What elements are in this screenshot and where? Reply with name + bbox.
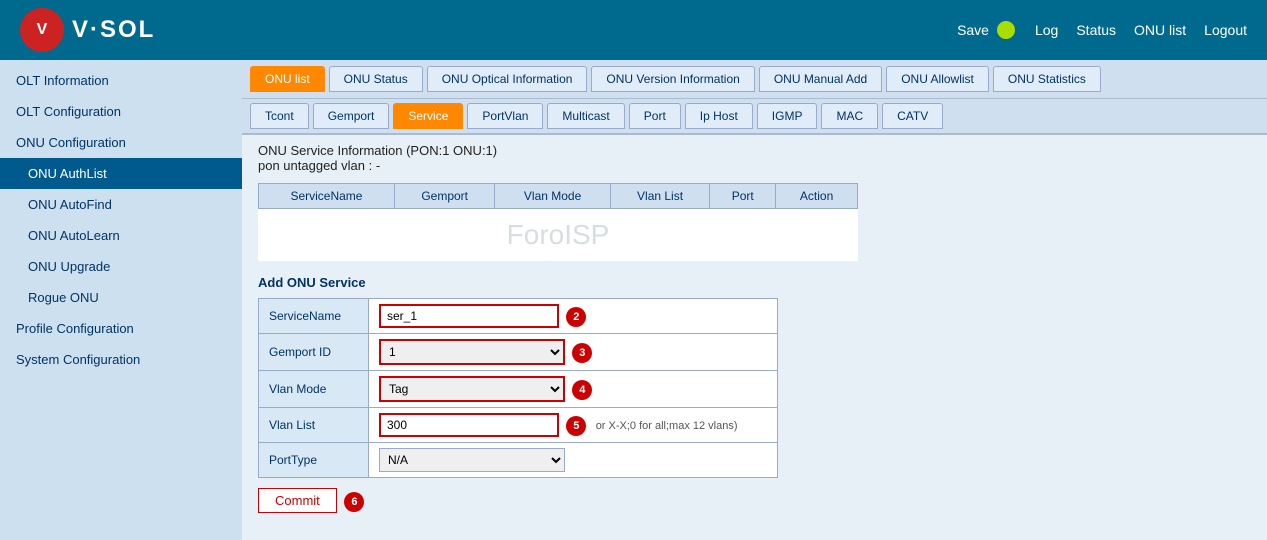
cell-vlanlist: 5 or X-X;0 for all;max 12 vlans) [369,408,778,443]
tab-ip-host[interactable]: Ip Host [685,103,753,129]
badge-4: 4 [572,380,592,400]
vsol-logo-icon: V [20,8,64,52]
label-gemportid: Gemport ID [259,334,369,371]
table-section: ServiceName Gemport Vlan Mode Vlan List … [242,177,1267,267]
cell-gemportid: 1 2 3 4 3 [369,334,778,371]
sidebar-item-onu-autolearn[interactable]: ONU AutoLearn [0,220,242,251]
vlan-value: - [376,158,380,173]
form-row-porttype: PortType N/A Internet VOIP Other [259,443,778,478]
select-porttype[interactable]: N/A Internet VOIP Other [379,448,565,472]
sidebar-item-onu-upgrade[interactable]: ONU Upgrade [0,251,242,282]
label-vlanlist: Vlan List [259,408,369,443]
header-links: Log Status ONU list Logout [1035,22,1247,38]
cell-porttype: N/A Internet VOIP Other [369,443,778,478]
tab-igmp[interactable]: IGMP [757,103,818,129]
col-port: Port [710,184,776,209]
tab-onu-list[interactable]: ONU list [250,66,325,92]
logout-link[interactable]: Logout [1204,22,1247,38]
add-section: Add ONU Service ServiceName 2 Gemport ID [242,267,1267,521]
label-vlanmode: Vlan Mode [259,371,369,408]
onu-info: ONU Service Information (PON:1 ONU:1) po… [242,135,1267,177]
vlan-label: pon untagged vlan : [258,158,372,173]
tab-service[interactable]: Service [393,103,463,129]
onu-title: ONU Service Information (PON:1 ONU:1) [258,143,1251,158]
sidebar-item-rogue-onu[interactable]: Rogue ONU [0,282,242,313]
logo-area: V V·SOL [20,8,155,52]
onu-vlan-info: pon untagged vlan : - [258,158,1251,173]
tab-gemport[interactable]: Gemport [313,103,390,129]
select-gemportid[interactable]: 1 2 3 4 [379,339,565,365]
tab-catv[interactable]: CATV [882,103,943,129]
service-table: ServiceName Gemport Vlan Mode Vlan List … [258,183,858,261]
sidebar-item-onu-config[interactable]: ONU Configuration [0,127,242,158]
select-vlanmode[interactable]: Tag Transparent Translate [379,376,565,402]
cell-vlanmode: Tag Transparent Translate 4 [369,371,778,408]
top-header: V V·SOL Save Log Status ONU list Logout [0,0,1267,60]
cell-servicename: 2 [369,299,778,334]
tab-portvlan[interactable]: PortVlan [467,103,543,129]
input-vlanlist[interactable] [379,413,559,437]
col-service-name: ServiceName [259,184,395,209]
brand-name: V·SOL [72,16,155,44]
input-servicename[interactable] [379,304,559,328]
sidebar-item-onu-autofind[interactable]: ONU AutoFind [0,189,242,220]
form-row-vlanmode: Vlan Mode Tag Transparent Translate 4 [259,371,778,408]
status-link[interactable]: Status [1076,22,1116,38]
status-dot-icon [997,21,1015,39]
log-link[interactable]: Log [1035,22,1058,38]
save-area: Save [957,21,1015,39]
sidebar-item-olt-config[interactable]: OLT Configuration [0,96,242,127]
commit-area: Commit 6 [258,484,1251,513]
main-layout: OLT Information OLT Configuration ONU Co… [0,60,1267,540]
header-right: Save Log Status ONU list Logout [957,21,1247,39]
col-gemport: Gemport [394,184,494,209]
tab-onu-status[interactable]: ONU Status [329,66,423,92]
commit-button[interactable]: Commit [258,488,337,513]
tab-onu-allowlist[interactable]: ONU Allowlist [886,66,989,92]
col-vlan-mode: Vlan Mode [495,184,610,209]
tab-mac[interactable]: MAC [821,103,878,129]
tab-row-1: ONU list ONU Status ONU Optical Informat… [242,60,1267,99]
badge-5: 5 [566,416,586,436]
form-row-servicename: ServiceName 2 [259,299,778,334]
sidebar-item-onu-authlist[interactable]: ONU AuthList [0,158,242,189]
sidebar-item-olt-info[interactable]: OLT Information [0,65,242,96]
form-row-vlanlist: Vlan List 5 or X-X;0 for all;max 12 vlan… [259,408,778,443]
tab-onu-version[interactable]: ONU Version Information [591,66,754,92]
tab-tcont[interactable]: Tcont [250,103,309,129]
tab-port[interactable]: Port [629,103,681,129]
add-title: Add ONU Service [258,275,1251,290]
badge-6: 6 [344,492,364,512]
sidebar-item-system-config[interactable]: System Configuration [0,344,242,375]
watermark-text: ForoISP [259,209,858,262]
save-label: Save [957,22,989,38]
label-porttype: PortType [259,443,369,478]
label-servicename: ServiceName [259,299,369,334]
tab-onu-statistics[interactable]: ONU Statistics [993,66,1101,92]
tab-onu-optical[interactable]: ONU Optical Information [427,66,588,92]
tab-multicast[interactable]: Multicast [547,103,624,129]
vlanlist-hint: or X-X;0 for all;max 12 vlans) [590,420,738,432]
form-row-gemportid: Gemport ID 1 2 3 4 3 [259,334,778,371]
badge-2: 2 [566,307,586,327]
col-action: Action [776,184,858,209]
sidebar: OLT Information OLT Configuration ONU Co… [0,60,242,540]
onu-list-link[interactable]: ONU list [1134,22,1186,38]
badge-3: 3 [572,343,592,363]
sidebar-item-profile-config[interactable]: Profile Configuration [0,313,242,344]
tab-onu-manual-add[interactable]: ONU Manual Add [759,66,882,92]
content-area: ONU list ONU Status ONU Optical Informat… [242,60,1267,540]
col-vlan-list: Vlan List [610,184,710,209]
add-form-table: ServiceName 2 Gemport ID 1 2 [258,298,778,478]
tab-row-2: Tcont Gemport Service PortVlan Multicast… [242,99,1267,135]
